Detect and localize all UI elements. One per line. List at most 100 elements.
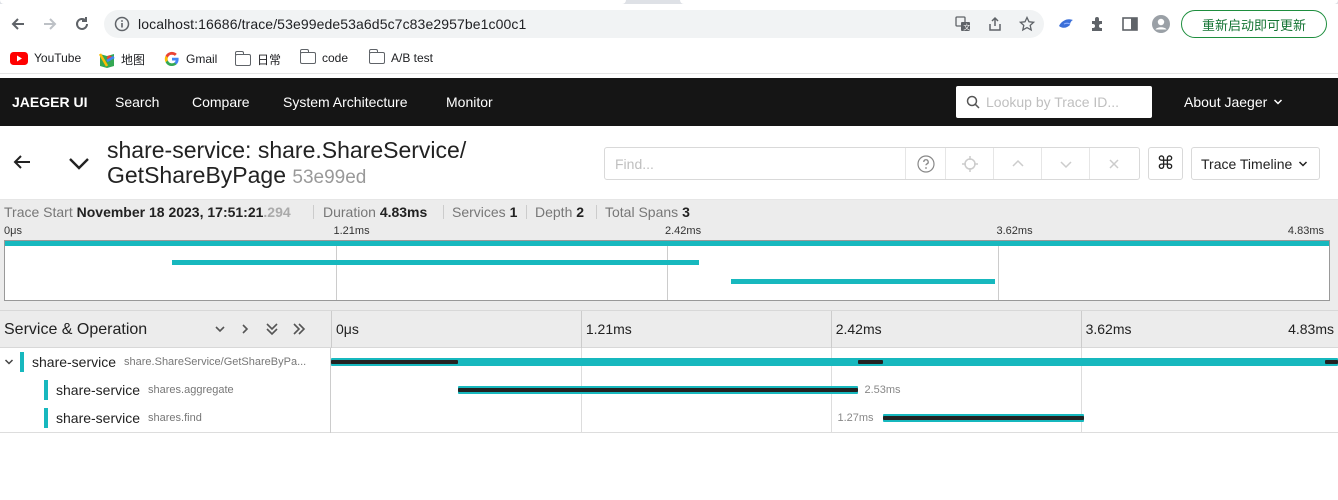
minimap-ticks: 0μs 1.21ms 2.42ms 3.62ms 4.83ms bbox=[0, 224, 1338, 240]
chevron-down-icon bbox=[1299, 160, 1308, 167]
expand-one-icon[interactable] bbox=[237, 321, 253, 337]
minimap-gridline bbox=[998, 241, 999, 300]
collapse-one-icon[interactable] bbox=[212, 321, 228, 337]
nav-compare[interactable]: Compare bbox=[192, 94, 250, 110]
search-icon bbox=[966, 95, 980, 109]
nav-monitor[interactable]: Monitor bbox=[446, 94, 493, 110]
span-rows: share-service share.ShareService/GetShare… bbox=[0, 348, 1338, 433]
minimap-span-bar bbox=[731, 279, 995, 284]
url-text[interactable]: localhost:16686/trace/53e99ede53a6d5c7c8… bbox=[138, 16, 526, 32]
span-row[interactable]: share-service share.ShareService/GetShare… bbox=[0, 348, 1338, 376]
trace-id-lookup bbox=[956, 86, 1152, 118]
minimap-gridline bbox=[667, 241, 668, 300]
back-icon[interactable] bbox=[6, 12, 30, 36]
address-bar[interactable]: localhost:16686/trace/53e99ede53a6d5c7c8… bbox=[104, 10, 1044, 38]
timeline-tick-line bbox=[580, 311, 582, 348]
timeline-tick-label: 3.62ms bbox=[1085, 321, 1132, 337]
minimap-span-bar bbox=[172, 260, 699, 265]
span-duration-label: 1.27ms bbox=[837, 412, 874, 424]
bookmark-folder-code[interactable]: code bbox=[299, 49, 348, 65]
find-input[interactable] bbox=[605, 148, 905, 179]
span-self-time-bar bbox=[458, 388, 859, 392]
service-color-indicator bbox=[44, 408, 48, 428]
minimap-tick-label: 4.83ms bbox=[1287, 225, 1324, 237]
expand-all-icon[interactable] bbox=[291, 321, 307, 337]
back-arrow-icon[interactable] bbox=[10, 150, 34, 174]
keyboard-shortcuts-button[interactable]: ⌘ bbox=[1148, 147, 1183, 180]
span-row[interactable]: share-service shares.find 1.27ms bbox=[0, 404, 1338, 432]
about-jaeger-menu[interactable]: About Jaeger bbox=[1184, 94, 1283, 110]
span-service-name: share-service bbox=[56, 410, 141, 426]
side-panel-icon[interactable] bbox=[1120, 14, 1140, 34]
span-operation-name: shares.find bbox=[148, 412, 202, 424]
timeline-tick-label: 2.42ms bbox=[835, 321, 882, 337]
span-self-time-bar bbox=[1325, 360, 1338, 364]
clear-search-button[interactable] bbox=[1089, 148, 1137, 179]
jaeger-top-nav: JAEGER UI Search Compare System Architec… bbox=[0, 78, 1338, 126]
bookmark-folder-daily[interactable]: 日常 bbox=[234, 50, 281, 68]
trace-minimap[interactable]: 0μs 1.21ms 2.42ms 3.62ms 4.83ms bbox=[0, 224, 1338, 310]
span-table-header: Service & Operation 0μs 1.21ms 2.42ms 3.62m… bbox=[0, 310, 1338, 348]
timeline-tick-line bbox=[830, 311, 832, 348]
crosshair-icon bbox=[961, 155, 978, 172]
collapse-all-icon[interactable] bbox=[264, 321, 280, 337]
browser-toolbar: localhost:16686/trace/53e99ede53a6d5c7c8… bbox=[0, 4, 1338, 44]
minimap-tick-label: 3.62ms bbox=[996, 225, 1033, 237]
folder-icon bbox=[234, 50, 251, 66]
span-duration-label: 2.53ms bbox=[864, 384, 901, 396]
translate-icon[interactable]: 文 bbox=[954, 15, 972, 33]
trace-total-spans: Total Spans 3 bbox=[605, 204, 690, 220]
span-name-cell[interactable]: share-service shares.find bbox=[44, 404, 202, 432]
view-mode-select[interactable]: Trace Timeline bbox=[1191, 147, 1320, 180]
minimap-gridline bbox=[336, 241, 337, 300]
youtube-icon bbox=[10, 51, 28, 65]
minimap-tick-label: 2.42ms bbox=[665, 225, 702, 237]
info-icon[interactable] bbox=[114, 16, 130, 32]
minimap-tick-label: 0μs bbox=[4, 225, 22, 237]
restart-to-update-button[interactable]: 重新启动即可更新 bbox=[1181, 10, 1327, 38]
trace-id-lookup-input[interactable] bbox=[986, 92, 1146, 112]
forward-icon[interactable] bbox=[38, 12, 62, 36]
help-button[interactable] bbox=[905, 148, 945, 179]
span-name-cell[interactable]: share-service share.ShareService/GetShare… bbox=[4, 348, 306, 376]
trace-depth: Depth 2 bbox=[535, 204, 585, 220]
share-icon[interactable] bbox=[986, 15, 1004, 33]
bookmark-folder-ab-test[interactable]: A/B test bbox=[368, 49, 433, 65]
nav-search[interactable]: Search bbox=[115, 94, 159, 110]
trace-duration: Duration 4.83ms bbox=[323, 204, 428, 220]
span-name-cell[interactable]: share-service shares.aggregate bbox=[44, 376, 234, 404]
timeline-tick-label: 4.83ms bbox=[1288, 321, 1334, 337]
timeline-tick-label: 1.21ms bbox=[585, 321, 632, 337]
bookmark-maps[interactable]: 地图 bbox=[99, 51, 145, 68]
trace-title: share-service: share.ShareService/ GetSh… bbox=[107, 137, 467, 189]
prev-result-button[interactable] bbox=[993, 148, 1041, 179]
span-self-time-bar bbox=[858, 360, 884, 364]
span-operation-name: shares.aggregate bbox=[148, 384, 234, 396]
jaeger-ui-brand-link[interactable]: JAEGER UI bbox=[12, 94, 87, 110]
span-self-time-bar bbox=[883, 416, 1084, 420]
bookmark-gmail[interactable]: Gmail bbox=[164, 51, 217, 67]
minimap-canvas[interactable] bbox=[4, 240, 1330, 301]
trace-summary-bar: Trace Start November 18 2023, 17:51:21.2… bbox=[0, 200, 1338, 224]
span-service-name: share-service bbox=[32, 354, 117, 370]
locate-span-button[interactable] bbox=[945, 148, 993, 179]
trace-page-header: share-service: share.ShareService/ GetSh… bbox=[0, 126, 1338, 200]
span-row[interactable]: share-service shares.aggregate 2.53ms bbox=[0, 376, 1338, 404]
span-expand-chevron-icon[interactable] bbox=[4, 357, 14, 367]
service-color-indicator bbox=[44, 380, 48, 400]
reload-icon[interactable] bbox=[70, 12, 94, 36]
next-result-button[interactable] bbox=[1041, 148, 1089, 179]
collapse-chevron-icon[interactable] bbox=[66, 150, 92, 176]
bookmark-youtube[interactable]: YouTube bbox=[10, 51, 81, 65]
span-duration-bar[interactable] bbox=[331, 358, 1338, 366]
bookmark-star-icon[interactable] bbox=[1018, 15, 1036, 33]
chevron-up-icon bbox=[1011, 159, 1024, 167]
timeline-tick-label: 0μs bbox=[336, 321, 359, 337]
extension-bird-icon[interactable] bbox=[1056, 14, 1076, 34]
span-self-time-bar bbox=[331, 360, 459, 364]
profile-avatar-icon[interactable] bbox=[1151, 14, 1171, 34]
folder-icon bbox=[368, 49, 385, 64]
trace-id-short: 53e99ed bbox=[292, 167, 367, 188]
extensions-puzzle-icon[interactable] bbox=[1088, 14, 1108, 34]
nav-system-architecture[interactable]: System Architecture bbox=[283, 94, 408, 110]
